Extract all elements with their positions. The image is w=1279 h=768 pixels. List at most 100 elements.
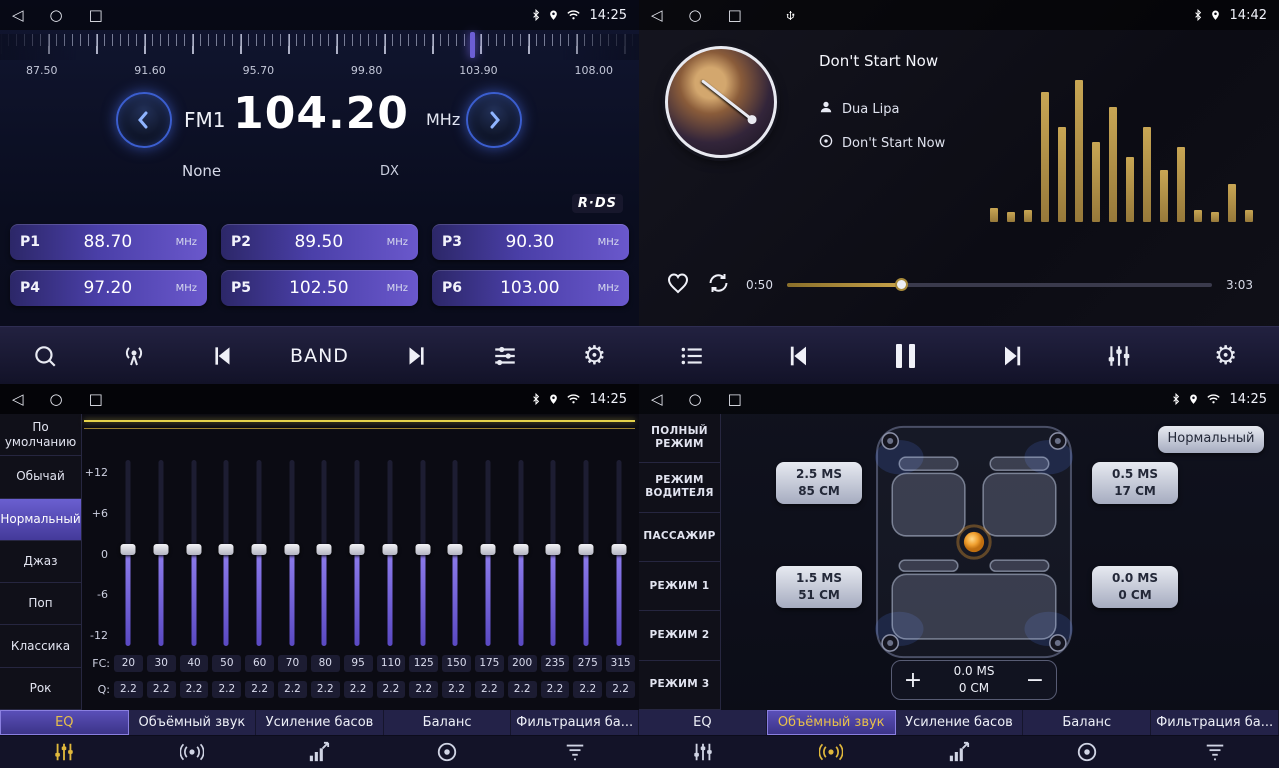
eq-band-slider-60[interactable] <box>243 460 276 646</box>
tab-eq[interactable]: EQ <box>0 710 129 735</box>
preset-button-p2[interactable]: P289.50MHz <box>221 224 418 260</box>
tab-surround[interactable]: Объёмный звук <box>129 710 257 735</box>
listening-mode-item-4[interactable]: РЕЖИМ 2 <box>639 611 720 660</box>
previous-track-icon[interactable] <box>777 334 821 378</box>
eq-tab-icon[interactable] <box>0 736 128 768</box>
slider-handle[interactable] <box>186 544 201 555</box>
tab-eq[interactable]: EQ <box>639 710 767 735</box>
eq-preset-item-3[interactable]: Джаз <box>0 541 81 583</box>
preset-button-p1[interactable]: P188.70MHz <box>10 224 207 260</box>
favorite-icon[interactable] <box>665 271 691 299</box>
slider-handle[interactable] <box>317 544 332 555</box>
front-right-delay-button[interactable]: 0.5 MS 17 CM <box>1092 462 1178 504</box>
recents-button[interactable]: □ <box>89 8 103 23</box>
slider-handle[interactable] <box>415 544 430 555</box>
tab-bass-boost[interactable]: Усиление басов <box>896 710 1024 735</box>
eq-band-slider-70[interactable] <box>275 460 308 646</box>
eq-band-slider-30[interactable] <box>145 460 178 646</box>
tune-up-button[interactable] <box>466 92 522 148</box>
tab-bass-boost[interactable]: Усиление басов <box>256 710 384 735</box>
filter-tab-icon[interactable] <box>1151 736 1279 768</box>
frequency-ruler[interactable] <box>0 34 639 60</box>
slider-handle[interactable] <box>578 544 593 555</box>
front-left-delay-button[interactable]: 2.5 MS 85 CM <box>776 462 862 504</box>
audio-settings-icon[interactable] <box>483 334 527 378</box>
eq-tab-icon[interactable] <box>639 736 767 768</box>
progress-bar[interactable] <box>787 283 1212 287</box>
bass-boost-tab-icon[interactable] <box>895 736 1023 768</box>
tab-balance[interactable]: Баланс <box>384 710 512 735</box>
eq-band-slider-110[interactable] <box>374 460 407 646</box>
eq-preset-item-0[interactable]: По умолчанию <box>0 414 81 456</box>
recents-button[interactable]: □ <box>728 8 742 23</box>
eq-band-slider-80[interactable] <box>308 460 341 646</box>
listening-mode-item-1[interactable]: РЕЖИМ ВОДИТЕЛЯ <box>639 463 720 512</box>
eq-band-slider-315[interactable] <box>602 460 635 646</box>
preset-button-p5[interactable]: P5102.50MHz <box>221 270 418 306</box>
surround-tab-icon[interactable] <box>128 736 256 768</box>
settings-gear-icon[interactable]: ⚙ <box>1204 334 1248 378</box>
tab-filter[interactable]: Фильтрация ба... <box>1151 710 1279 735</box>
next-station-icon[interactable] <box>394 334 438 378</box>
slider-handle[interactable] <box>611 544 626 555</box>
tab-surround[interactable]: Объёмный звук <box>767 710 896 735</box>
eq-preset-item-6[interactable]: Рок <box>0 668 81 710</box>
equalizer-icon[interactable] <box>1097 334 1141 378</box>
decrease-delay-button[interactable]: − <box>1014 661 1056 699</box>
eq-band-slider-50[interactable] <box>210 460 243 646</box>
eq-band-slider-95[interactable] <box>341 460 374 646</box>
profile-button[interactable]: Нормальный <box>1158 426 1264 453</box>
preset-button-p6[interactable]: P6103.00MHz <box>432 270 629 306</box>
settings-gear-icon[interactable]: ⚙ <box>572 334 616 378</box>
eq-band-slider-20[interactable] <box>112 460 145 646</box>
eq-band-slider-235[interactable] <box>537 460 570 646</box>
eq-preset-item-4[interactable]: Поп <box>0 583 81 625</box>
rear-left-delay-button[interactable]: 1.5 MS 51 CM <box>776 566 862 608</box>
previous-station-icon[interactable] <box>201 334 245 378</box>
home-button[interactable]: ○ <box>50 8 63 23</box>
preset-button-p4[interactable]: P497.20MHz <box>10 270 207 306</box>
increase-delay-button[interactable]: + <box>892 661 934 699</box>
slider-handle[interactable] <box>480 544 495 555</box>
eq-preset-item-2[interactable]: Нормальный <box>0 499 81 541</box>
progress-knob[interactable] <box>895 278 908 291</box>
back-button[interactable]: ◁ <box>651 8 663 23</box>
slider-handle[interactable] <box>382 544 397 555</box>
slider-handle[interactable] <box>546 544 561 555</box>
surround-tab-icon[interactable] <box>767 736 895 768</box>
eq-band-slider-275[interactable] <box>570 460 603 646</box>
slider-handle[interactable] <box>448 544 463 555</box>
slider-handle[interactable] <box>154 544 169 555</box>
back-button[interactable]: ◁ <box>651 392 663 407</box>
band-button[interactable]: BAND <box>290 334 349 378</box>
recents-button[interactable]: □ <box>89 392 103 407</box>
eq-band-slider-40[interactable] <box>177 460 210 646</box>
rear-right-delay-button[interactable]: 0.0 MS 0 CM <box>1092 566 1178 608</box>
balance-tab-icon[interactable] <box>1023 736 1151 768</box>
slider-handle[interactable] <box>219 544 234 555</box>
eq-band-slider-150[interactable] <box>439 460 472 646</box>
listening-mode-item-0[interactable]: ПОЛНЫЙ РЕЖИМ <box>639 414 720 463</box>
filter-tab-icon[interactable] <box>511 736 639 768</box>
playlist-icon[interactable] <box>670 334 714 378</box>
slider-handle[interactable] <box>252 544 267 555</box>
eq-band-slider-200[interactable] <box>504 460 537 646</box>
repeat-icon[interactable] <box>705 271 732 299</box>
eq-band-slider-125[interactable] <box>406 460 439 646</box>
listening-mode-item-3[interactable]: РЕЖИМ 1 <box>639 562 720 611</box>
preset-button-p3[interactable]: P390.30MHz <box>432 224 629 260</box>
broadcast-scan-icon[interactable] <box>112 334 156 378</box>
listening-mode-item-5[interactable]: РЕЖИМ 3 <box>639 661 720 710</box>
next-track-icon[interactable] <box>990 334 1034 378</box>
slider-handle[interactable] <box>121 544 136 555</box>
slider-handle[interactable] <box>284 544 299 555</box>
back-button[interactable]: ◁ <box>12 8 24 23</box>
listening-mode-item-2[interactable]: ПАССАЖИР <box>639 513 720 562</box>
back-button[interactable]: ◁ <box>12 392 24 407</box>
tab-filter[interactable]: Фильтрация ба... <box>511 710 639 735</box>
balance-tab-icon[interactable] <box>383 736 511 768</box>
search-stations-icon[interactable] <box>23 334 67 378</box>
home-button[interactable]: ○ <box>689 8 702 23</box>
eq-band-slider-175[interactable] <box>472 460 505 646</box>
eq-preset-item-1[interactable]: Обычай <box>0 456 81 498</box>
